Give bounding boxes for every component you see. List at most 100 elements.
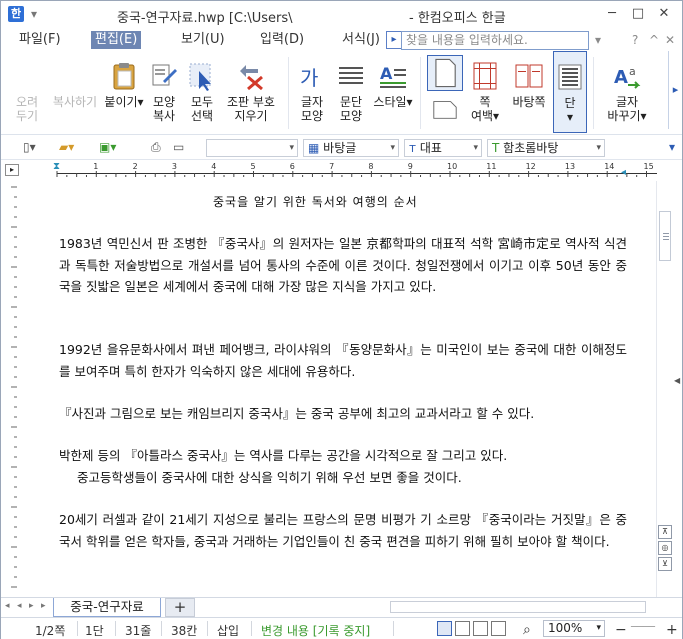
replace-char-button[interactable]: A a 글자 바꾸기▾	[599, 51, 655, 133]
style-combo[interactable]: ▦ 바탕글 ▾	[303, 139, 399, 157]
columns-button[interactable]: 단 ▾	[553, 51, 587, 133]
format-copy-button[interactable]: 모양 복사	[147, 51, 181, 133]
ruler-label: 2	[133, 162, 138, 171]
add-tab-button[interactable]: +	[165, 598, 195, 617]
zoom-icon[interactable]: ⌕	[523, 622, 531, 638]
menu-more-button[interactable]: ▸	[386, 31, 402, 49]
delete-codes-button[interactable]: 조판 부호 지우기	[221, 51, 281, 133]
search-dropdown-icon[interactable]: ▾	[595, 33, 601, 47]
status-page[interactable]: 1/2쪽	[35, 622, 65, 639]
select-cursor-icon	[189, 63, 211, 91]
open-folder-icon[interactable]: ▰▾	[59, 140, 74, 154]
font-combo[interactable]: T 함초롬바탕 ▾	[487, 139, 605, 157]
side-panel-arrow-icon[interactable]: ◀	[674, 376, 682, 400]
tab-last-icon[interactable]: ▸	[41, 601, 46, 611]
maximize-button[interactable]: □	[627, 5, 649, 23]
ruler-label: 6	[290, 162, 295, 171]
master-page-button[interactable]: 바탕쪽	[507, 51, 551, 133]
right-indent-marker[interactable]: ◂	[621, 167, 626, 178]
language-icon: ᴛ	[409, 141, 416, 155]
paste-button[interactable]: 붙이기▾	[103, 51, 145, 133]
select-all-button[interactable]: 모두 선택	[185, 51, 219, 133]
menu-input[interactable]: 입력(D)	[256, 31, 308, 49]
svg-text:A: A	[614, 67, 628, 88]
toolbar-expand-icon[interactable]: ▾	[669, 140, 675, 154]
zoom-out-button[interactable]: −	[615, 622, 627, 638]
print-icon[interactable]: ⎙	[151, 140, 161, 155]
close-button[interactable]: ✕	[653, 5, 675, 23]
ruler-label: 15	[644, 162, 654, 171]
horizontal-ruler[interactable]: 1 2 3 4 5 6 7 8 9 10 11 12 13 14 15 ⧗ ◂	[21, 161, 661, 181]
undo-combo[interactable]: ▾	[206, 139, 298, 157]
browse-object-button[interactable]: ◎	[658, 541, 672, 555]
collapse-ribbon-icon[interactable]: ^	[649, 33, 659, 47]
view-multi-page-button[interactable]	[473, 621, 488, 636]
zoom-in-button[interactable]: +	[666, 622, 678, 638]
ruler-label: 8	[368, 162, 373, 171]
left-indent-marker[interactable]: ⧗	[53, 161, 60, 172]
tab-document[interactable]: 중국-연구자료	[53, 598, 161, 617]
document-page[interactable]: 중국을 알기 위한 독서와 여행의 순서 1983년 역민신서 판 조병한 『중…	[21, 181, 661, 595]
scrollbar-thumb[interactable]	[659, 211, 671, 261]
style-icon: ▦	[308, 141, 320, 155]
ribbon-scroll-right-button[interactable]: ▸	[668, 51, 682, 129]
menu-format[interactable]: 서식(J)	[338, 31, 384, 49]
paragraph: 1992년 을유문화사에서 펴낸 페어뱅크, 라이샤워의 『동양문화사』는 미국…	[59, 339, 627, 382]
paragraph-text: 1983년 역민신서 판 조병한 『중국사』의 원저자는 일본 京都학파의 대표…	[59, 236, 627, 294]
help-icon[interactable]: ?	[632, 33, 638, 47]
ribbon: 오려 두기 복사하기 붙이기▾ 모양 복사 모두 선택 조판 부호 지우기 가 …	[1, 51, 682, 135]
vertical-scrollbar[interactable]: ⊼ ◎ ⊻	[656, 181, 672, 601]
cut-button[interactable]: 오려 두기	[7, 51, 47, 133]
copy-icon	[60, 61, 90, 91]
ribbon-separator	[593, 57, 594, 129]
paragraph-text: 박한제 등의 『아틀라스 중국사』는 역사를 다루는 공간을 시각적으로 잘 그…	[59, 448, 508, 463]
page-orientation-button[interactable]	[425, 51, 465, 133]
format-brush-icon	[152, 64, 177, 86]
ruler-label: 9	[408, 162, 413, 171]
view-normal-button[interactable]	[437, 621, 452, 636]
menu-view[interactable]: 보기(U)	[177, 31, 229, 49]
language-combo[interactable]: ᴛ 대표 ▾	[404, 139, 482, 157]
para-shape-button[interactable]: 문단 모양	[333, 51, 369, 133]
app-name: - 한컴오피스 한글	[409, 11, 506, 26]
view-outline-button[interactable]	[491, 621, 506, 636]
status-insert-mode[interactable]: 삽입	[217, 622, 239, 639]
new-document-icon[interactable]: ▯▾	[23, 140, 36, 154]
hwp-app-icon[interactable]: 한	[8, 6, 24, 22]
status-col: 38칸	[171, 624, 198, 638]
search-input[interactable]: 찾을 내용을 입력하세요.	[401, 31, 589, 50]
landscape-page-icon	[433, 101, 457, 119]
zoom-combo[interactable]: 100% ▾	[543, 620, 605, 637]
prev-page-button[interactable]: ⊼	[658, 525, 672, 539]
horizontal-scrollbar[interactable]	[390, 601, 646, 613]
menu-file[interactable]: 파일(F)	[15, 31, 65, 49]
print-preview-icon[interactable]: ▭	[173, 140, 184, 154]
menu-edit[interactable]: 편집(E)	[91, 31, 142, 49]
quick-access-arrow-icon[interactable]: ▾	[31, 7, 37, 21]
tab-next-icon[interactable]: ▸	[29, 601, 34, 611]
svg-text:가: 가	[300, 66, 318, 90]
char-shape-button[interactable]: 가 글자 모양	[293, 51, 331, 133]
char-shape-icon: 가	[300, 66, 318, 90]
tab-first-icon[interactable]: ◂	[5, 601, 10, 611]
svg-text:A: A	[380, 64, 393, 83]
svg-text:a: a	[629, 65, 636, 78]
status-bar: 1/2쪽 1단 31줄 38칸 삽입 변경 내용 [기록 중지] ⌕ 100% ▾…	[1, 617, 682, 639]
ribbon-separator	[420, 57, 421, 129]
ruler-toggle-button[interactable]: ▸	[5, 164, 19, 176]
app-window: 한 ▾ 중국-연구자료.hwp [C:\Users\ - 한컴오피스 한글 ─ …	[0, 0, 683, 639]
next-page-button[interactable]: ⊻	[658, 557, 672, 571]
page-margin-button[interactable]: 쪽 여백▾	[467, 51, 503, 133]
paragraph-text: 『사진과 그림으로 보는 캐임브리지 중국사』는 중국 공부에 최고의 교과서라…	[59, 406, 535, 421]
ruler-label: 14	[604, 162, 614, 171]
status-track-changes[interactable]: 변경 내용 [기록 중지]	[261, 622, 370, 639]
style-button[interactable]: A 스타일▾	[371, 51, 415, 133]
view-page-button[interactable]	[455, 621, 470, 636]
save-icon[interactable]: ▣▾	[99, 140, 116, 154]
close-document-icon[interactable]: ✕	[665, 33, 675, 47]
tab-prev-icon[interactable]: ◂	[17, 601, 22, 611]
title-bar: 한 ▾ 중국-연구자료.hwp [C:\Users\ - 한컴오피스 한글 ─ …	[1, 1, 682, 29]
copy-button[interactable]: 복사하기	[47, 51, 103, 133]
zoom-slider[interactable]: ────	[631, 622, 655, 633]
minimize-button[interactable]: ─	[601, 5, 623, 23]
